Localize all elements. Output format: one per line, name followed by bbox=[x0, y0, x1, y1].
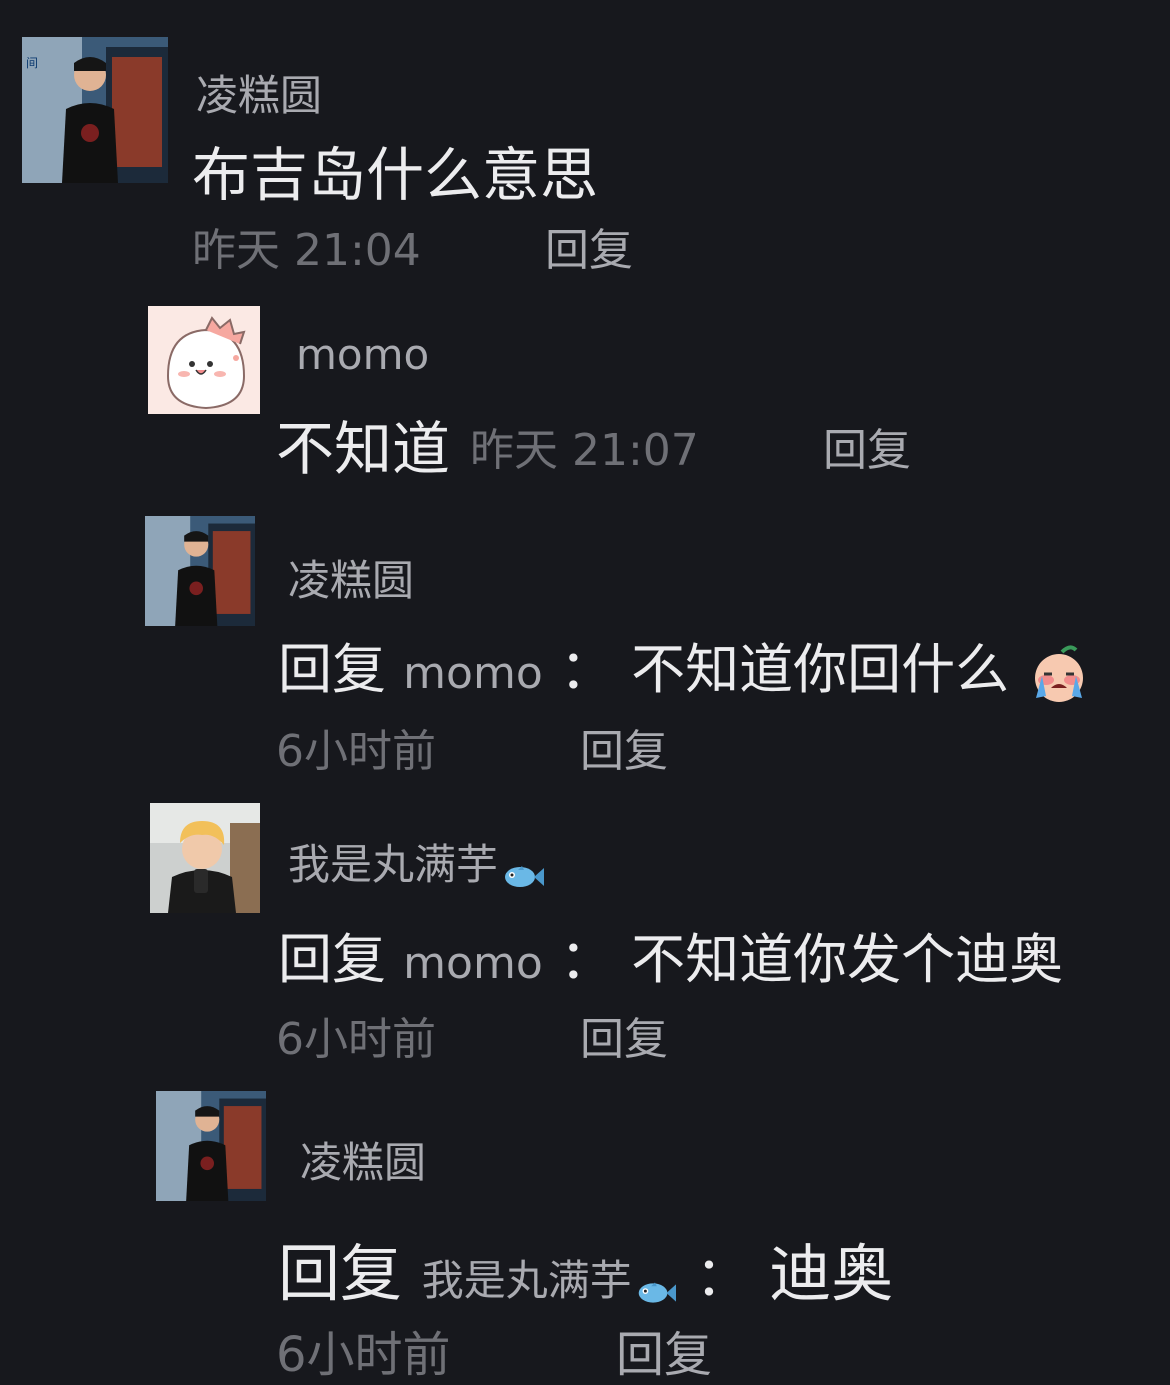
comment-text-body: 不知道你回什么 bbox=[631, 638, 1010, 701]
reply-target[interactable]: momo bbox=[403, 648, 543, 699]
reply-button[interactable]: 回复 bbox=[616, 1315, 712, 1385]
username[interactable]: 凌糕圆 bbox=[196, 62, 322, 123]
comment-text-body: 不知道 bbox=[276, 415, 451, 483]
avatar[interactable] bbox=[145, 516, 255, 626]
svg-text:间: 间 bbox=[26, 56, 38, 70]
avatar[interactable] bbox=[148, 306, 260, 414]
comment-text-body: 不知道你发个迪奥 bbox=[631, 928, 1064, 991]
user-photo-icon bbox=[150, 803, 260, 913]
avatar[interactable] bbox=[156, 1091, 266, 1201]
username-text[interactable]: 我是丸满芋 bbox=[288, 840, 498, 889]
avatar[interactable]: 间 bbox=[22, 37, 168, 183]
cartoon-avatar-icon bbox=[148, 306, 260, 414]
reply-button[interactable]: 回复 bbox=[823, 414, 911, 478]
comment-text-body: 迪奥 bbox=[769, 1237, 894, 1310]
comment-item: 间 凌糕圆 布吉岛什么意思 昨天 21:04 回复 bbox=[0, 0, 1170, 280]
comment-time: 6小时前 bbox=[276, 1014, 436, 1065]
comment-time: 昨天 21:04 bbox=[192, 225, 421, 276]
reply-button[interactable]: 回复 bbox=[580, 1003, 668, 1067]
comment-item: momo 不知道 昨天 21:07 回复 bbox=[0, 290, 1170, 490]
comment-item: 凌糕圆 回复 momo ： 不知道你回什么 6小时前 回复 bbox=[0, 505, 1170, 785]
comment-time: 6小时前 bbox=[276, 726, 436, 777]
comment-item: 凌糕圆 回复 我是丸满芋 ： 迪奥 6小时前 回复 bbox=[0, 1085, 1170, 1385]
comment-text: 回复 momo ： 不知道你回什么 bbox=[278, 625, 1092, 706]
avatar[interactable] bbox=[150, 803, 260, 913]
username[interactable]: 我是丸满芋 bbox=[288, 831, 545, 892]
comment-text: 布吉岛什么意思 bbox=[192, 141, 599, 209]
comment-text: 不知道 bbox=[276, 402, 450, 486]
username[interactable]: momo bbox=[296, 330, 429, 379]
fish-emoji-icon bbox=[498, 853, 545, 887]
reply-target[interactable]: 我是丸满芋 bbox=[422, 1256, 676, 1305]
comment-item: 我是丸满芋 回复 momo ： 不知道你发个迪奥 6小时前 回复 bbox=[0, 795, 1170, 1075]
reply-button[interactable]: 回复 bbox=[580, 715, 668, 779]
user-photo-icon bbox=[156, 1091, 266, 1201]
comment-time: 昨天 21:07 bbox=[470, 425, 699, 476]
user-photo-icon: 间 bbox=[22, 37, 168, 183]
separator: ： bbox=[559, 928, 614, 991]
fish-emoji-icon bbox=[632, 1269, 676, 1303]
separator: ： bbox=[559, 638, 614, 701]
username[interactable]: 凌糕圆 bbox=[288, 547, 414, 608]
comment-text: 回复 我是丸满芋 ： 迪奥 bbox=[278, 1223, 893, 1313]
reply-target-text[interactable]: 我是丸满芋 bbox=[422, 1256, 632, 1305]
comment-time: 6小时前 bbox=[276, 1327, 451, 1383]
separator: ： bbox=[695, 1245, 750, 1308]
reply-button[interactable]: 回复 bbox=[545, 214, 633, 278]
comment-text: 回复 momo ： 不知道你发个迪奥 bbox=[278, 915, 1063, 994]
reply-prefix: 回复 bbox=[278, 1237, 403, 1310]
reply-target[interactable]: momo bbox=[403, 938, 543, 989]
username[interactable]: 凌糕圆 bbox=[300, 1129, 426, 1190]
crying-face-emoji-icon bbox=[1026, 640, 1092, 706]
reply-prefix: 回复 bbox=[278, 638, 386, 701]
reply-prefix: 回复 bbox=[278, 928, 386, 991]
user-photo-icon bbox=[145, 516, 255, 626]
